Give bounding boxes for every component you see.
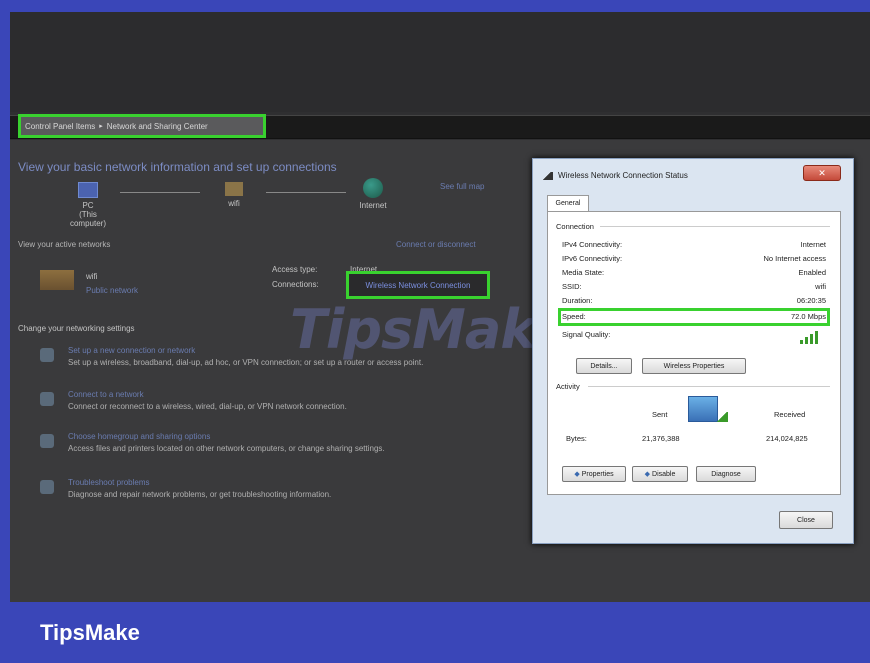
- task-title[interactable]: Connect to a network: [68, 390, 144, 399]
- troubleshoot-icon: [40, 480, 54, 494]
- activity-signal-icon: [716, 412, 728, 422]
- activity-group-label: Activity: [556, 382, 580, 391]
- status-value: No Internet access: [763, 254, 826, 263]
- bench-network-icon: [225, 182, 243, 196]
- status-row: Duration: 06:20:35: [562, 296, 826, 305]
- computer-icon: [78, 182, 98, 198]
- status-row: Signal Quality:: [562, 330, 826, 339]
- signal-icon: [541, 171, 553, 180]
- shield-icon: ◆: [644, 471, 651, 478]
- status-value: 06:20:35: [796, 296, 826, 305]
- close-button[interactable]: Close: [779, 511, 833, 529]
- sent-label: Sent: [652, 410, 668, 419]
- status-key: Speed:: [562, 312, 586, 321]
- node-internet: Internet: [348, 178, 398, 210]
- network-name: wifi: [86, 272, 98, 281]
- screenshot-frame: Control Panel Items ▸ Network and Sharin…: [10, 12, 870, 602]
- page-title: View your basic network information and …: [18, 160, 337, 174]
- status-row: SSID: wifi: [562, 282, 826, 291]
- task-title[interactable]: Choose homegroup and sharing options: [68, 432, 210, 441]
- status-row: Media State: Enabled: [562, 268, 826, 277]
- task-description: Connect or reconnect to a wireless, wire…: [68, 402, 347, 411]
- status-key: SSID:: [562, 282, 582, 291]
- breadcrumb[interactable]: Control Panel Items ▸ Network and Sharin…: [18, 114, 266, 138]
- dialog-title: Wireless Network Connection Status: [558, 171, 688, 180]
- disable-button[interactable]: ◆ Disable: [632, 466, 688, 482]
- node-pc: PC (This computer): [68, 182, 108, 228]
- group-divider: [588, 386, 830, 387]
- group-divider: [600, 226, 830, 227]
- wireless-connection-link-text[interactable]: Wireless Network Connection: [366, 281, 471, 290]
- connection-group-label: Connection: [556, 222, 594, 231]
- diagnose-button[interactable]: Diagnose: [696, 466, 756, 482]
- status-key: Duration:: [562, 296, 593, 305]
- see-full-map-link[interactable]: See full map: [440, 182, 484, 191]
- connections-label: Connections:: [272, 280, 319, 289]
- connect-network-icon: [40, 392, 54, 406]
- connect-disconnect-link[interactable]: Connect or disconnect: [396, 240, 476, 249]
- map-connector: [120, 192, 200, 193]
- breadcrumb-separator-icon: ▸: [99, 123, 103, 130]
- watermark-logo: TipsMake: [290, 298, 570, 361]
- status-row: IPv6 Connectivity: No Internet access: [562, 254, 826, 263]
- signal-quality-icon: [800, 330, 822, 344]
- wireless-properties-button[interactable]: Wireless Properties: [642, 358, 746, 374]
- details-button[interactable]: Details...: [576, 358, 632, 374]
- node-pc-label: PC: [82, 201, 94, 210]
- status-row: Speed: 72.0 Mbps: [562, 312, 826, 321]
- bytes-label: Bytes:: [566, 434, 587, 443]
- status-value: 72.0 Mbps: [790, 312, 826, 321]
- bytes-sent-value: 21,376,388: [642, 434, 680, 443]
- general-tab-panel: Connection IPv4 Connectivity: Internet IP…: [547, 211, 841, 495]
- close-icon[interactable]: ✕: [803, 165, 841, 181]
- map-connector: [266, 192, 346, 193]
- tab-general[interactable]: General: [547, 195, 589, 212]
- breadcrumb-item-network-center[interactable]: Network and Sharing Center: [107, 122, 208, 131]
- task-description: Diagnose and repair network problems, or…: [68, 490, 332, 499]
- change-settings-heading: Change your networking settings: [18, 324, 135, 333]
- homegroup-icon: [40, 434, 54, 448]
- disable-button-label[interactable]: Disable: [652, 471, 675, 478]
- status-key: Signal Quality:: [562, 330, 611, 339]
- received-label: Received: [774, 410, 806, 419]
- status-key: IPv4 Connectivity:: [562, 240, 623, 249]
- globe-icon: [363, 178, 383, 198]
- breadcrumb-item-control-panel[interactable]: Control Panel Items: [25, 122, 95, 131]
- bytes-received-value: 214,024,825: [766, 434, 808, 443]
- status-value: wifi: [815, 282, 826, 291]
- status-row: IPv4 Connectivity: Internet: [562, 240, 826, 249]
- window-top-area: [10, 12, 870, 112]
- status-value: Internet: [800, 240, 826, 249]
- setup-connection-icon: [40, 348, 54, 362]
- active-networks-heading: View your active networks: [18, 240, 111, 249]
- brand-logo: TipsMake: [40, 620, 140, 645]
- status-key: Media State:: [562, 268, 605, 277]
- network-activity-icon: [688, 396, 718, 422]
- task-title[interactable]: Troubleshoot problems: [68, 478, 150, 487]
- wireless-connection-link[interactable]: Wireless Network Connection: [346, 271, 490, 299]
- node-internet-label: Internet: [359, 201, 387, 210]
- status-value: Enabled: [798, 268, 826, 277]
- dialog-titlebar[interactable]: Wireless Network Connection Status: [541, 171, 688, 180]
- task-title[interactable]: Set up a new connection or network: [68, 346, 195, 355]
- node-pc-sublabel: (This computer): [69, 210, 106, 228]
- status-key: IPv6 Connectivity:: [562, 254, 623, 263]
- wireless-status-dialog: Wireless Network Connection Status ✕ Gen…: [532, 158, 854, 544]
- task-description: Access files and printers located on oth…: [68, 444, 385, 453]
- shield-icon: ◆: [574, 471, 580, 478]
- properties-button[interactable]: ◆ Properties: [562, 466, 626, 482]
- network-type-link[interactable]: Public network: [86, 286, 138, 295]
- node-wifi-label: wifi: [228, 199, 240, 208]
- bench-network-icon: [40, 270, 74, 290]
- properties-button-label[interactable]: Properties: [582, 471, 614, 478]
- access-type-label: Access type:: [272, 265, 318, 274]
- node-wifi: wifi: [214, 182, 254, 208]
